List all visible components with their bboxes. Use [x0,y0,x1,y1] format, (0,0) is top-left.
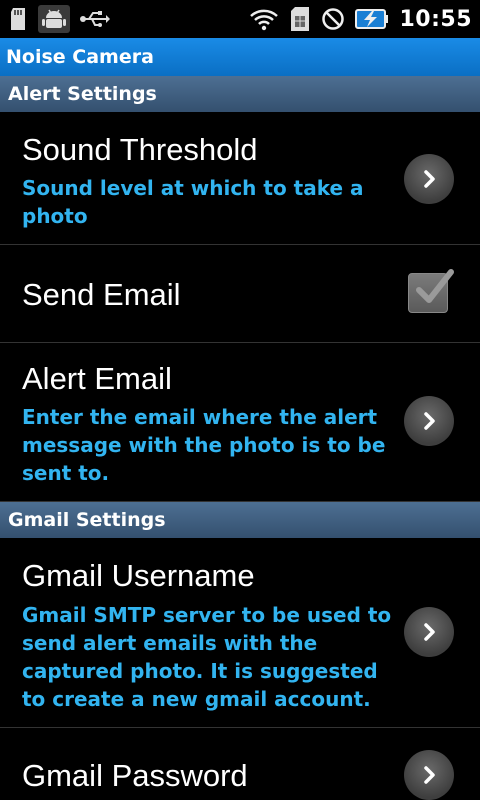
usb-icon [80,5,110,33]
pref-gmail-password[interactable]: Gmail Password [0,728,480,800]
app-title: Noise Camera [6,46,154,68]
pref-alert-email[interactable]: Alert Email Enter the email where the al… [0,343,480,502]
pref-title: Gmail Username [22,558,255,593]
send-email-checkbox[interactable] [408,269,454,313]
chevron-right-icon[interactable] [404,396,454,446]
sim-icon [289,5,311,33]
pref-title: Alert Email [22,361,172,396]
chevron-right-icon[interactable] [404,750,454,800]
chevron-right-icon[interactable] [404,607,454,657]
pref-send-email[interactable]: Send Email [0,245,480,343]
app-title-bar: Noise Camera [0,38,480,76]
battery-charging-icon [355,5,389,33]
category-alert-settings: Alert Settings [0,76,480,112]
wifi-icon [249,5,279,33]
pref-title: Gmail Password [22,758,248,793]
sd-card-icon [8,5,28,33]
pref-summary: Sound level at which to take a photo [22,176,364,228]
pref-title: Send Email [22,277,181,312]
category-gmail-settings: Gmail Settings [0,502,480,538]
pref-summary: Enter the email where the alert message … [22,405,386,485]
pref-gmail-username[interactable]: Gmail Username Gmail SMTP server to be u… [0,538,480,728]
no-signal-icon [321,5,345,33]
status-clock: 10:55 [399,6,472,32]
status-bar: 10:55 [0,0,480,38]
chevron-right-icon[interactable] [404,154,454,204]
status-left-icons [8,5,110,33]
pref-title: Sound Threshold [22,132,258,167]
category-header-label: Alert Settings [8,83,157,105]
status-right-icons: 10:55 [249,5,472,33]
checkmark-icon [416,269,454,303]
pref-summary: Gmail SMTP server to be used to send ale… [22,603,392,711]
pref-sound-threshold[interactable]: Sound Threshold Sound level at which to … [0,112,480,245]
android-debug-icon [38,5,70,33]
category-header-label: Gmail Settings [8,509,166,531]
